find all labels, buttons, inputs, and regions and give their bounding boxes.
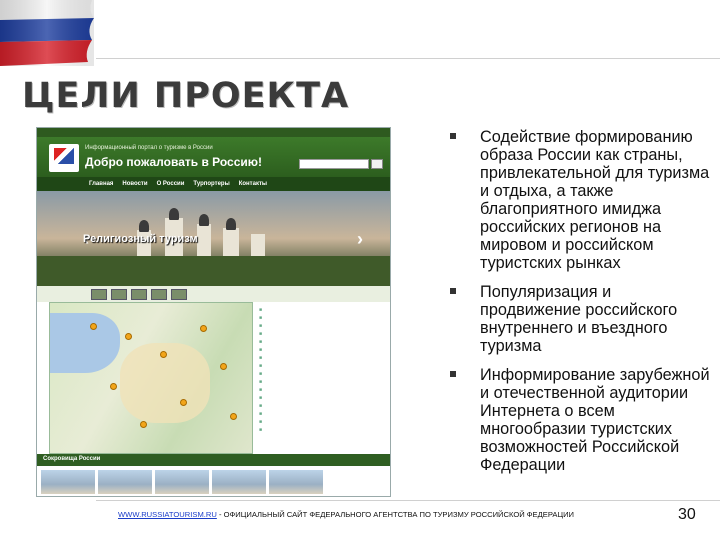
dome-shape (226, 218, 236, 230)
site-bottom-thumbnails (37, 466, 390, 496)
goal-text: Популяризация и продвижение российского … (480, 283, 678, 355)
header-divider (96, 58, 720, 59)
thumbnail (155, 470, 209, 494)
thumbnail (111, 288, 127, 300)
map-pin-icon (230, 413, 237, 420)
chevron-right-icon: › (357, 229, 363, 249)
thumbnail (171, 288, 187, 300)
map-pin-icon (110, 383, 117, 390)
map-pin-icon (220, 363, 227, 370)
site-nav-item: Главная (89, 181, 114, 187)
footer-link[interactable]: WWW.RUSSIATOURISM.RU (118, 510, 217, 519)
goals-list: Содействие формированию образа России ка… (450, 128, 712, 485)
site-topbar (37, 128, 390, 137)
site-banner-caption: Религиозный туризм (83, 233, 198, 245)
map-pin-icon (90, 323, 97, 330)
church-shape (251, 234, 265, 258)
square-bullet-icon (450, 371, 456, 377)
thumbnail (41, 470, 95, 494)
square-bullet-icon (450, 133, 456, 139)
thumbnail (151, 288, 167, 300)
footer-description: - ОФИЦИАЛЬНЫЙ САЙТ ФЕДЕРАЛЬНОГО АГЕНТСТВ… (216, 510, 574, 519)
square-bullet-icon (450, 288, 456, 294)
site-portal-name: Информационный портал о туризме в России (85, 145, 213, 151)
dome-shape (199, 214, 209, 226)
church-shape (223, 228, 239, 258)
thumbnail (98, 470, 152, 494)
site-thumbnails (37, 286, 390, 302)
website-screenshot: Информационный портал о туризме в России… (36, 127, 391, 497)
thumbnail (131, 288, 147, 300)
site-search-icon (371, 159, 383, 169)
slide-title: ЦЕЛИ ПРОЕКТА (22, 76, 350, 116)
site-body (37, 302, 390, 454)
site-nav-item: О России (156, 181, 185, 187)
goal-text: Информирование зарубежной и отечественно… (480, 366, 710, 474)
site-nav-item: Новости (122, 181, 148, 187)
map-pin-icon (200, 325, 207, 332)
site-nav-item: Турпортеры (193, 181, 230, 187)
thumbnail (212, 470, 266, 494)
goal-item: Популяризация и продвижение российского … (450, 283, 712, 355)
goal-item: Содействие формированию образа России ка… (450, 128, 712, 272)
site-search-input (299, 159, 369, 169)
dome-shape (139, 220, 149, 232)
footer: WWW.RUSSIATOURISM.RU - ОФИЦИАЛЬНЫЙ САЙТ … (118, 510, 574, 519)
site-nav: Главная Новости О России Турпортеры Конт… (37, 177, 390, 191)
site-category-list (253, 302, 385, 454)
map-pin-icon (140, 421, 147, 428)
footer-divider (96, 500, 720, 501)
map-pin-icon (125, 333, 132, 340)
goal-text: Содействие формированию образа России ка… (480, 128, 710, 272)
thumbnail (269, 470, 323, 494)
trees-shape (37, 256, 390, 286)
russian-flag-icon (0, 0, 94, 66)
site-nav-item: Контакты (238, 181, 268, 187)
site-treasures-bar: Сокровища России (37, 454, 390, 466)
page-number: 30 (678, 506, 696, 523)
map-water (50, 313, 120, 373)
church-shape (197, 224, 211, 258)
goal-item: Информирование зарубежной и отечественно… (450, 366, 712, 474)
map-pin-icon (180, 399, 187, 406)
site-map (49, 302, 253, 454)
site-header: Информационный портал о туризме в России… (37, 137, 390, 177)
site-logo-icon (49, 144, 79, 172)
thumbnail (91, 288, 107, 300)
map-pin-icon (160, 351, 167, 358)
site-welcome: Добро пожаловать в Россию! (85, 155, 263, 169)
dome-shape (169, 208, 179, 220)
